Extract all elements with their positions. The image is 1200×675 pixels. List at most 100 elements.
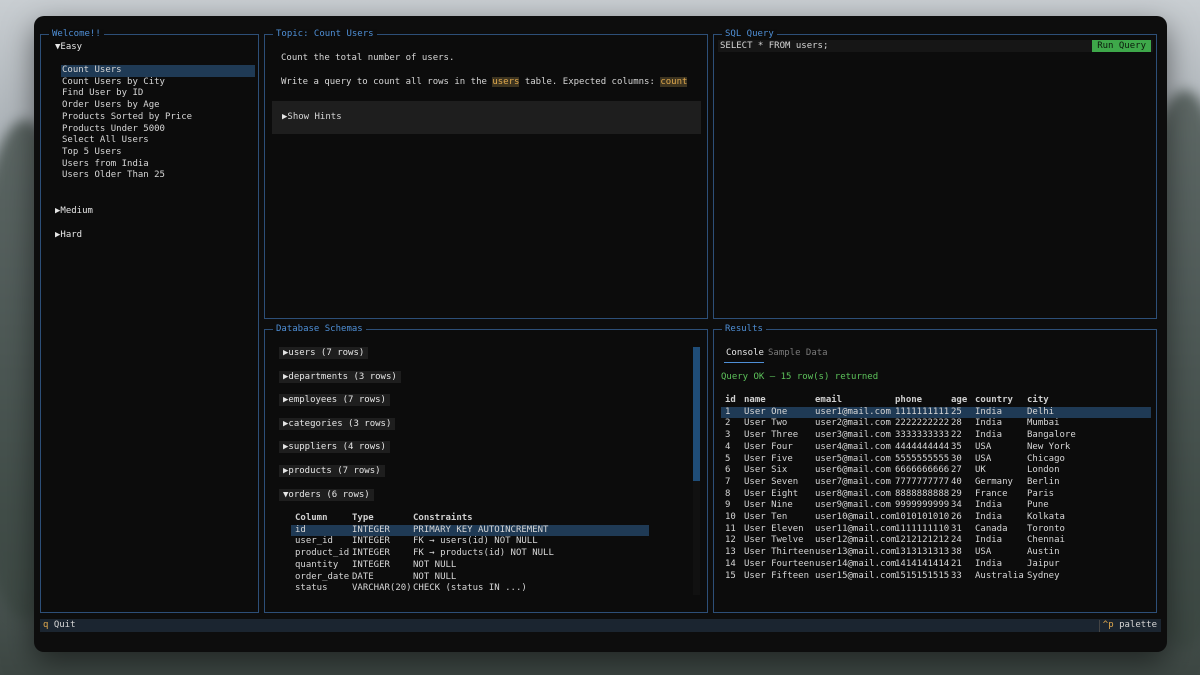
hints-text: Show Hints (287, 112, 342, 122)
results-title: Results (722, 324, 766, 335)
group-label: Hard (60, 230, 83, 240)
table-cell: User Thirteen (744, 547, 815, 558)
sidebar-item[interactable]: Top 5 Users (61, 147, 122, 159)
footer-bar: q Quit ^p palette (40, 619, 1161, 632)
sidebar-item[interactable]: Select All Users (61, 135, 149, 147)
sql-title: SQL Query (722, 29, 777, 40)
sidebar-item[interactable]: Find User by ID (61, 88, 143, 100)
table-cell: Kolkata (1027, 512, 1065, 522)
table-row[interactable]: 11 User Eleven user11@mail.com 1111111110 31… (721, 524, 1151, 536)
table-cell: USA (975, 441, 992, 452)
scrollbar-thumb[interactable] (693, 347, 700, 481)
schema-cell: PRIMARY KEY AUTOINCREMENT (413, 524, 549, 535)
schema-table-toggle[interactable]: ▶users (7 rows) (279, 347, 369, 359)
sidebar-item[interactable]: Order Users by Age (61, 100, 160, 112)
table-cell: Australia (975, 570, 1024, 581)
schemas-scrollbar[interactable] (693, 347, 700, 595)
table-row[interactable]: 7 User Seven user7@mail.com 7777777777 40 Ger… (721, 477, 1151, 489)
schema-table-toggle[interactable]: ▶categories (3 rows) (279, 417, 396, 430)
table-cell: New York (1027, 441, 1071, 452)
table-row[interactable]: 5 User Five user5@mail.com 5555555555 30 USA C… (721, 454, 1151, 466)
table-cell: User Two (744, 418, 788, 429)
table-row[interactable]: 2 User Two user2@mail.com 2222222222 28 India… (721, 418, 1151, 430)
table-cell: User Fourteen (744, 558, 815, 569)
table-row[interactable]: 6 User Six user6@mail.com 6666666666 27 UK Lon… (721, 465, 1151, 477)
results-header-cell: email (815, 395, 843, 405)
schema-table-toggle[interactable]: ▼orders (6 rows) (279, 488, 374, 501)
schema-table-label: products (7 rows) (288, 466, 381, 476)
schema-table-toggle[interactable]: ▶departments (3 rows) (279, 370, 401, 383)
sql-text: SELECT * FROM users; (720, 41, 829, 51)
table-cell: 29 (951, 488, 962, 499)
table-row[interactable]: 3 User Three user3@mail.com 3333333333 22 Ind… (721, 430, 1151, 442)
schema-table-toggle[interactable]: ▶products (7 rows) (279, 465, 385, 477)
topic-instructions: Write a query to count all rows in the u… (281, 77, 688, 89)
sidebar-item[interactable]: Products Sorted by Price (61, 112, 192, 124)
schema-table-toggle[interactable]: ▶suppliers (4 rows) (279, 441, 390, 454)
table-cell: user14@mail.com (815, 558, 897, 569)
group-hard[interactable]: ▶Hard (51, 229, 86, 241)
sidebar-item[interactable]: Count Users (61, 65, 255, 77)
table-row[interactable]: 4 User Four user4@mail.com 4444444444 35 USA N… (721, 442, 1151, 454)
table-cell: UK (975, 465, 986, 476)
table-cell: 8888888888 (895, 488, 950, 499)
table-row[interactable]: 10 User Ten user10@mail.com 1010101010 26 Ind… (721, 512, 1151, 524)
table-cell: Austin (1027, 547, 1060, 558)
table-cell: 25 (951, 406, 962, 417)
run-query-button[interactable]: Run Query (1092, 40, 1151, 52)
schema-row[interactable]: quantity INTEGER NOT NULL (291, 560, 649, 572)
table-cell: Mumbai (1027, 418, 1060, 429)
group-easy[interactable]: ▼Easy (51, 41, 86, 53)
table-cell: Paris (1027, 488, 1055, 499)
palette-shortcut[interactable]: ^p palette (1098, 620, 1157, 632)
table-cell: 7 (725, 476, 731, 487)
table-row[interactable]: 15 User Fifteen user15@mail.com 1515151515 3… (721, 571, 1151, 583)
tab-sample-data[interactable]: Sample Data (768, 348, 828, 360)
table-cell: 38 (951, 547, 962, 558)
schema-table-toggle[interactable]: ▶employees (7 rows) (279, 394, 390, 407)
sql-editor[interactable]: SELECT * FROM users; Run Query (718, 40, 1153, 52)
table-cell: 33 (951, 570, 962, 581)
table-cell: User Eight (744, 488, 799, 499)
table-cell: 27 (951, 465, 962, 476)
table-row[interactable]: 8 User Eight user8@mail.com 8888888888 29 Fra… (721, 489, 1151, 501)
table-cell: User Seven (744, 476, 799, 487)
table-row[interactable]: 9 User Nine user9@mail.com 9999999999 34 Indi… (721, 500, 1151, 512)
quit-shortcut[interactable]: q Quit (43, 620, 76, 632)
show-hints-label: ▶Show Hints (282, 112, 342, 124)
sidebar-item[interactable]: Products Under 5000 (61, 124, 165, 136)
schema-cell: INTEGER (352, 524, 390, 535)
schema-cell: user_id (295, 536, 333, 547)
schema-row[interactable]: id INTEGER PRIMARY KEY AUTOINCREMENT (291, 524, 649, 537)
table-cell: user3@mail.com (815, 430, 891, 441)
tab-console[interactable]: Console (726, 348, 764, 360)
schema-row[interactable]: order_date DATE NOT NULL (291, 572, 649, 584)
table-cell: India (975, 430, 1003, 441)
table-cell: Chicago (1027, 453, 1065, 464)
schema-cell: CHECK (status IN ...) (413, 583, 527, 594)
sidebar-item[interactable]: Users Older Than 25 (61, 170, 165, 182)
table-row[interactable]: 14 User Fourteen user14@mail.com 1414141414… (721, 559, 1151, 571)
table-cell: 13 (725, 547, 736, 558)
table-cell: 26 (951, 512, 962, 522)
schema-row[interactable]: user_id INTEGER FK → users(id) NOT NULL (291, 536, 649, 548)
schema-row[interactable]: product_id INTEGER FK → products(id) NOT N… (291, 548, 649, 560)
table-cell: user5@mail.com (815, 453, 891, 464)
table-cell: User Five (744, 453, 793, 464)
show-hints-toggle[interactable]: ▶Show Hints (272, 101, 701, 134)
sidebar-item[interactable]: Users from India (61, 159, 149, 171)
sidebar-item[interactable]: Count Users by City (61, 77, 165, 89)
table-cell: France (975, 488, 1008, 499)
table-cell: 1010101010 (895, 512, 950, 522)
palette-key: ^p (1102, 620, 1114, 630)
schema-row[interactable]: status VARCHAR(20) CHECK (status IN ...) (291, 583, 649, 595)
table-row[interactable]: 1 User One user1@mail.com 1111111111 25 India… (721, 406, 1151, 419)
schema-table-label: users (7 rows) (288, 348, 365, 358)
schema-cell: VARCHAR(20) (352, 583, 412, 594)
table-row[interactable]: 12 User Twelve user12@mail.com 1212121212 24… (721, 535, 1151, 547)
table-cell: user15@mail.com (815, 570, 897, 581)
table-row[interactable]: 13 User Thirteen user13@mail.com 1313131313… (721, 547, 1151, 559)
table-cell: 1515151515 (895, 570, 950, 581)
group-medium[interactable]: ▶Medium (51, 205, 97, 217)
schema-cell: status (295, 583, 328, 594)
